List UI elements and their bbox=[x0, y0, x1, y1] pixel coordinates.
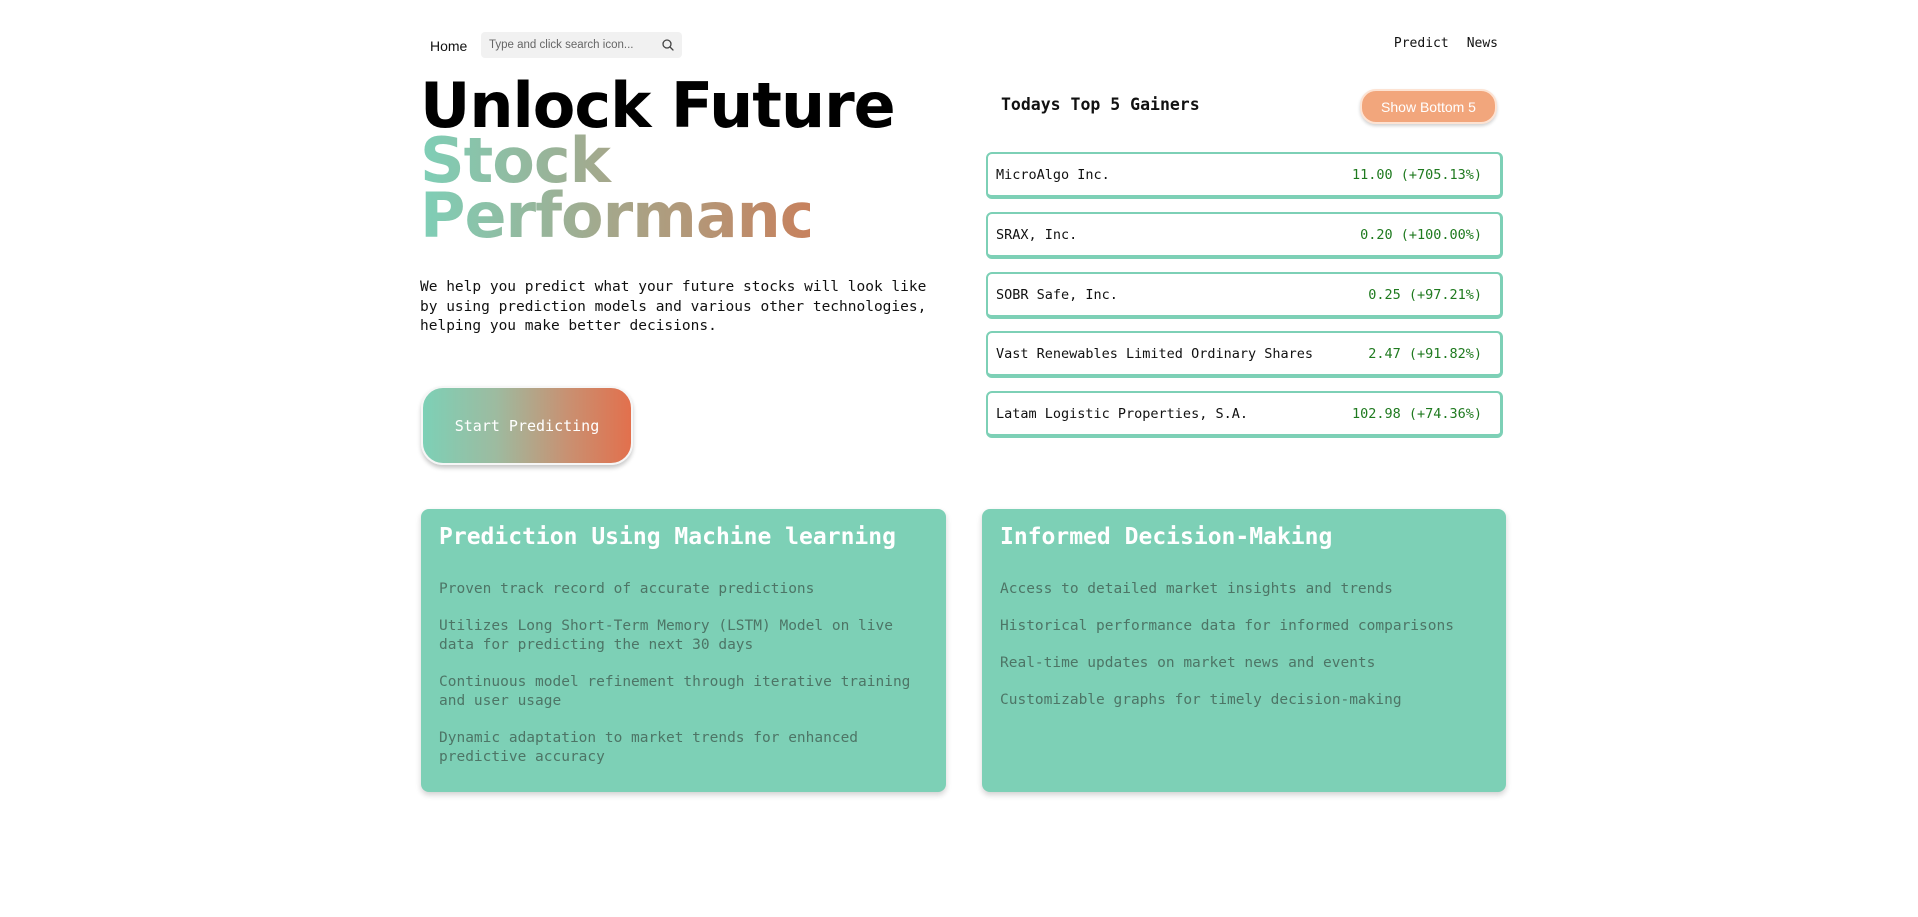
gainer-row[interactable]: SRAX, Inc. 0.20 (+100.00%) bbox=[986, 212, 1503, 259]
gainer-name: MicroAlgo Inc. bbox=[996, 167, 1110, 183]
gainer-row[interactable]: Vast Renewables Limited Ordinary Shares … bbox=[986, 331, 1503, 378]
decision-feature-list: Access to detailed market insights and t… bbox=[1000, 580, 1488, 728]
list-item: Customizable graphs for timely decision-… bbox=[1000, 692, 1402, 708]
gainer-value: 102.98 (+74.36%) bbox=[1351, 406, 1482, 422]
gainer-name: Latam Logistic Properties, S.A. bbox=[996, 406, 1248, 422]
gainer-name: SOBR Safe, Inc. bbox=[996, 287, 1118, 303]
gainer-value: 2.47 (+91.82%) bbox=[1368, 346, 1482, 362]
gainer-row[interactable]: SOBR Safe, Inc. 0.25 (+97.21%) bbox=[986, 272, 1503, 319]
gainer-row[interactable]: MicroAlgo Inc. 11.00 (+705.13%) bbox=[986, 152, 1503, 199]
ml-feature-list: Proven track record of accurate predicti… bbox=[439, 580, 928, 785]
gainer-value: 11.00 (+705.13%) bbox=[1351, 167, 1482, 183]
nav-news-link[interactable]: News bbox=[1467, 36, 1498, 51]
list-item: Historical performance data for informed… bbox=[1000, 618, 1454, 634]
search-icon[interactable] bbox=[660, 37, 676, 53]
list-item: Utilizes Long Short-Term Memory (LSTM) M… bbox=[439, 618, 893, 653]
list-item: Proven track record of accurate predicti… bbox=[439, 581, 815, 597]
decision-feature-card: Informed Decision-Making Access to detai… bbox=[982, 509, 1506, 792]
hero-title-line3: Performance bbox=[420, 179, 858, 252]
gainers-title: Todays Top 5 Gainers bbox=[1001, 95, 1200, 114]
start-predicting-button[interactable]: Start Predicting bbox=[421, 386, 633, 465]
nav-predict-link[interactable]: Predict bbox=[1394, 36, 1449, 51]
hero-description: We help you predict what your future sto… bbox=[420, 279, 927, 334]
hero-title: Unlock Future Stock Performance bbox=[420, 75, 896, 252]
list-item: Real-time updates on market news and eve… bbox=[1000, 655, 1376, 671]
nav-right-links: Predict News bbox=[1394, 36, 1498, 51]
gainer-value: 0.25 (+97.21%) bbox=[1368, 287, 1482, 303]
gainer-value: 0.20 (+100.00%) bbox=[1360, 227, 1482, 243]
search-box bbox=[481, 32, 682, 58]
gainer-row[interactable]: Latam Logistic Properties, S.A. 102.98 (… bbox=[986, 391, 1503, 438]
gainer-name: SRAX, Inc. bbox=[996, 227, 1078, 243]
list-item: Dynamic adaptation to market trends for … bbox=[439, 730, 859, 765]
nav-home-link[interactable]: Home bbox=[430, 38, 467, 54]
decision-feature-title: Informed Decision-Making bbox=[1000, 524, 1333, 550]
show-bottom-5-button[interactable]: Show Bottom 5 bbox=[1360, 89, 1497, 124]
gainer-name: Vast Renewables Limited Ordinary Shares bbox=[996, 346, 1313, 362]
list-item: Access to detailed market insights and t… bbox=[1000, 581, 1393, 597]
list-item: Continuous model refinement through iter… bbox=[439, 674, 911, 709]
ml-feature-card: Prediction Using Machine learning Proven… bbox=[421, 509, 946, 792]
top-nav: Home Predict News bbox=[420, 31, 1498, 59]
ml-feature-title: Prediction Using Machine learning bbox=[439, 524, 896, 550]
search-input[interactable] bbox=[489, 35, 649, 55]
